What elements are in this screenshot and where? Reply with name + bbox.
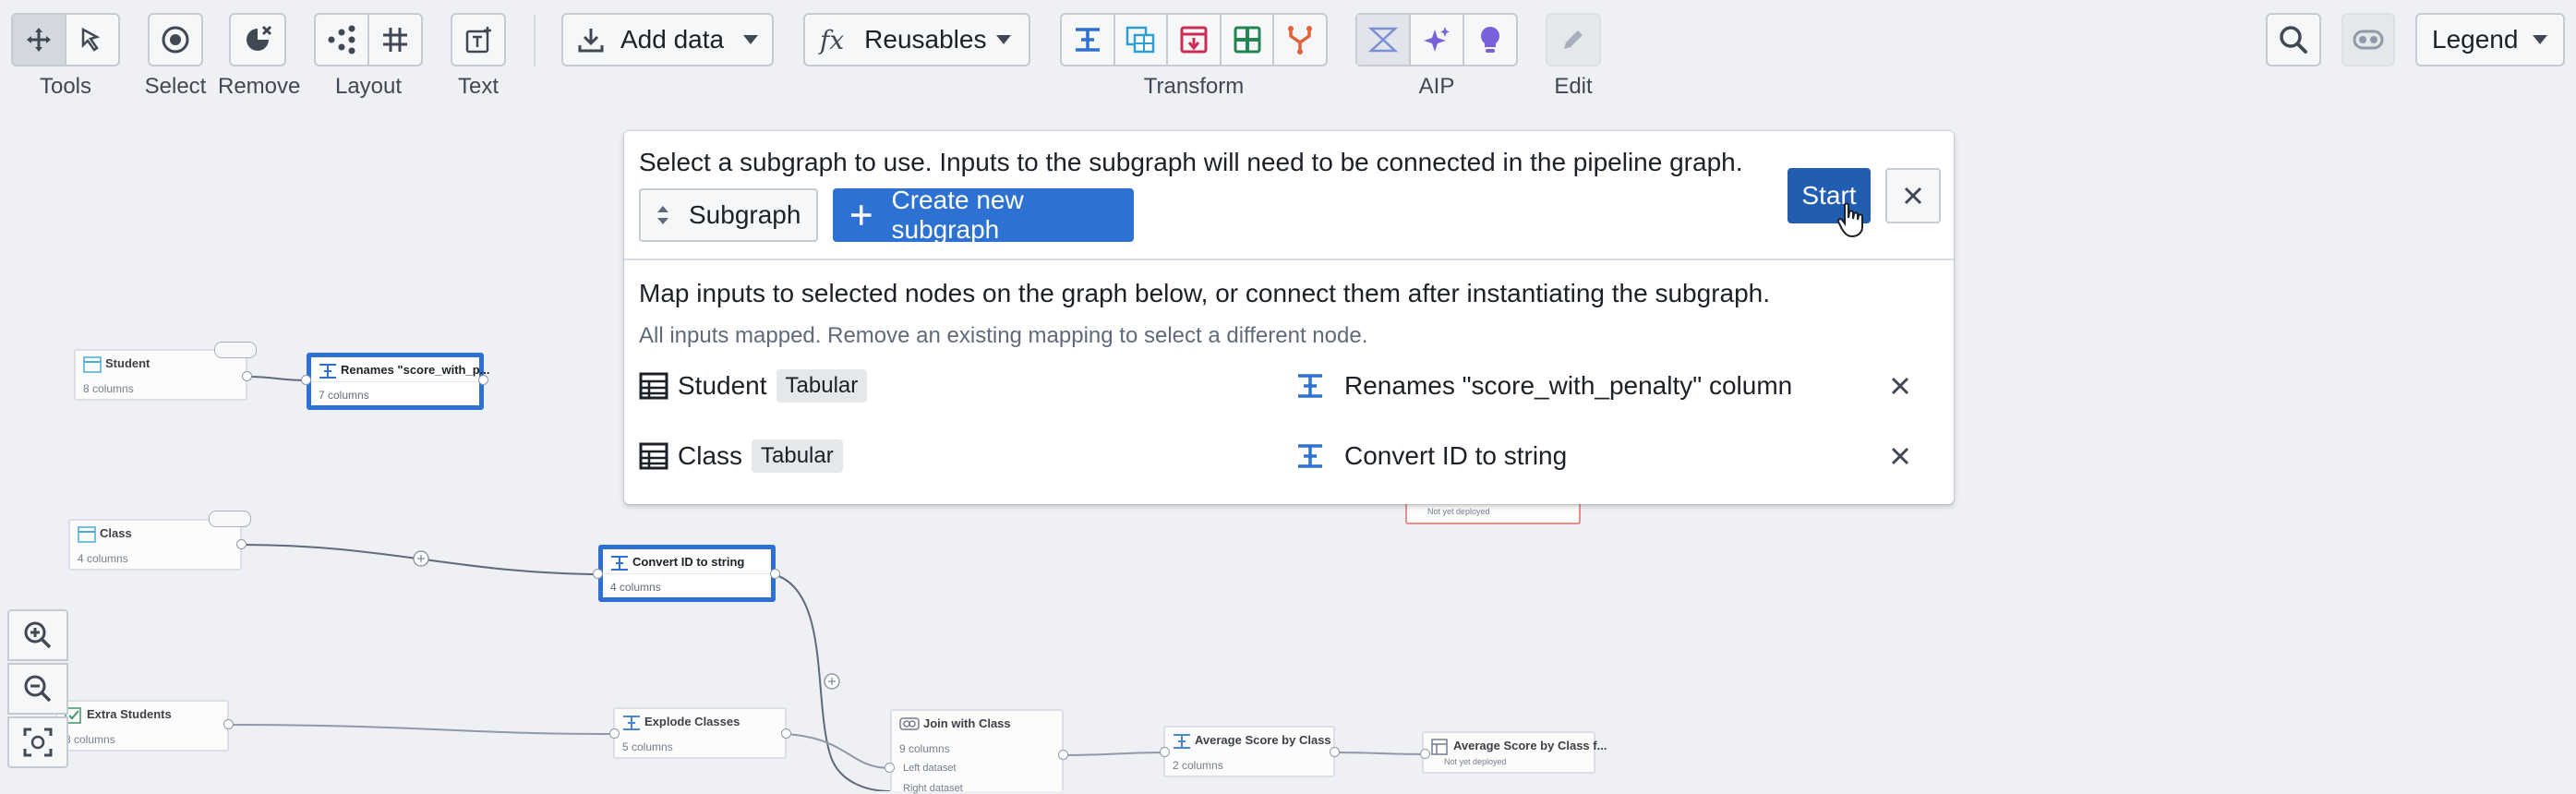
graph-node-explode[interactable]: Explode Classes 5 columns — [613, 707, 787, 759]
node-status: Not yet deployed — [1444, 757, 1507, 766]
close-icon — [1891, 447, 1909, 465]
input-port[interactable] — [593, 569, 603, 579]
input-port[interactable] — [1420, 749, 1430, 759]
mapping-input-type: Tabular — [776, 369, 868, 403]
node-title: Extra Students — [87, 707, 172, 721]
input-port[interactable] — [885, 763, 895, 773]
mapping-row: Student Tabular — [639, 367, 868, 404]
edge-student-renames — [247, 376, 309, 381]
double-caret-icon — [657, 206, 668, 224]
transform-icon — [623, 716, 640, 730]
zoom-out-icon — [24, 675, 52, 703]
subgraph-select-label: Subgraph — [689, 200, 801, 229]
table-icon — [639, 442, 668, 470]
edge-explode-join — [786, 733, 891, 769]
plus-icon — [850, 205, 872, 225]
output-port[interactable] — [1058, 750, 1068, 760]
zoom-out-button[interactable] — [7, 663, 68, 715]
output-port[interactable] — [478, 375, 488, 385]
fit-screen-icon — [23, 728, 53, 757]
node-title: Explode Classes — [644, 715, 740, 728]
node-subtitle: 7 columns — [319, 389, 369, 402]
subgraph-select[interactable]: Subgraph — [639, 188, 818, 242]
create-subgraph-button[interactable]: Create new subgraph — [833, 186, 1134, 244]
join-icon — [899, 717, 920, 730]
graph-node-output[interactable]: Average Score by Class f... Not yet depl… — [1422, 731, 1607, 774]
close-dialog-button[interactable] — [1885, 168, 1941, 223]
left-input-label: Left dataset — [903, 763, 957, 774]
transform-icon — [1298, 444, 1322, 468]
mapping-target[interactable]: Renames "score_with_penalty" column — [1296, 367, 1792, 404]
transform-icon — [1174, 734, 1190, 749]
map-heading: Map inputs to selected nodes on the grap… — [639, 279, 1771, 307]
dialog-divider — [624, 259, 1954, 260]
node-title: Student — [105, 356, 150, 370]
output-port[interactable] — [1330, 747, 1340, 757]
dataset-icon — [83, 356, 102, 373]
map-status: All inputs mapped. Remove an existing ma… — [639, 323, 1368, 348]
edge-extra-explode — [228, 724, 616, 735]
edge-avg-output — [1334, 752, 1426, 755]
node-subtitle: 8 columns — [83, 382, 134, 395]
hand-cursor-icon — [1836, 202, 1863, 238]
node-header — [603, 549, 771, 574]
right-input-label: Right dataset — [903, 783, 963, 794]
close-icon — [1891, 377, 1909, 395]
mapping-target-name: Convert ID to string — [1344, 441, 1568, 470]
mapping-input-name: Student — [678, 371, 767, 400]
input-port[interactable] — [1160, 747, 1170, 757]
node-title: Class — [100, 526, 132, 540]
node-subtitle: 5 columns — [622, 740, 673, 753]
mapping-row: Class Tabular — [639, 438, 843, 475]
node-title: Average Score by Class — [1195, 733, 1331, 747]
zoom-in-icon — [24, 621, 52, 649]
transform-icon — [1298, 374, 1322, 398]
node-badges — [209, 511, 251, 527]
node-header — [311, 357, 479, 382]
node-subtitle: 4 columns — [610, 581, 661, 594]
graph-node-convert[interactable]: Convert ID to string 4 columns — [598, 545, 776, 602]
node-subtitle: 8 columns — [65, 733, 115, 746]
output-port[interactable] — [242, 371, 252, 381]
graph-node-average-score[interactable]: Average Score by Class 2 columns — [1163, 726, 1335, 777]
mapping-target-name: Renames "score_with_penalty" column — [1344, 371, 1793, 400]
node-subtitle: 2 columns — [1173, 759, 1223, 772]
mapping-target[interactable]: Convert ID to string — [1296, 438, 1567, 475]
output-port[interactable] — [236, 539, 247, 549]
mapping-input-name: Class — [678, 441, 743, 470]
dataset-icon — [78, 526, 96, 543]
close-icon — [1904, 186, 1922, 205]
graph-node-join[interactable]: Join with Class 9 columns Left dataset R… — [890, 709, 1064, 794]
input-port[interactable] — [609, 728, 620, 739]
create-subgraph-label: Create new subgraph — [891, 186, 1024, 244]
dialog-instruction: Select a subgraph to use. Inputs to the … — [639, 148, 1743, 176]
fit-view-button[interactable] — [7, 716, 68, 768]
node-subtitle: 9 columns — [899, 742, 950, 755]
remove-mapping-button[interactable] — [1885, 371, 1915, 401]
mapping-input-type: Tabular — [752, 439, 843, 473]
output-port[interactable] — [781, 728, 791, 739]
output-port[interactable] — [223, 719, 234, 729]
input-port[interactable] — [301, 375, 311, 385]
graph-node-extra-students[interactable]: Extra Students 8 columns — [55, 700, 229, 752]
zoom-in-button[interactable] — [7, 609, 68, 661]
node-badges — [214, 342, 257, 358]
node-title: Join with Class — [923, 716, 1011, 730]
node-subtitle: 4 columns — [78, 552, 128, 565]
node-title: Average Score by Class f... — [1453, 739, 1607, 752]
edge-join-avg — [1063, 752, 1166, 756]
output-port[interactable] — [770, 569, 780, 579]
remove-mapping-button[interactable] — [1885, 441, 1915, 471]
graph-node-renames[interactable]: Renames "score_with_p... 7 columns — [307, 353, 490, 410]
output-dataset-icon — [1431, 739, 1448, 755]
subgraph-dialog: Select a subgraph to use. Inputs to the … — [624, 131, 1954, 504]
node-status: Not yet deployed — [1427, 507, 1490, 516]
table-icon — [639, 372, 668, 400]
